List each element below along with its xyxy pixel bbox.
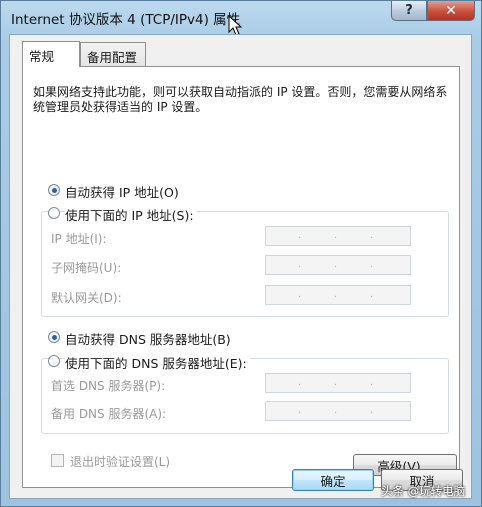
dns-auto-radio[interactable] [48,331,60,343]
alternate-dns-label: 备用 DNS 服务器(A): [51,407,167,421]
dialog-window: Internet 协议版本 4 (TCP/IPv4) 属性 ? ✕ 常规 备用配… [0,0,482,507]
help-icon: ? [405,3,413,18]
default-gateway-label: 默认网关(D): [51,291,122,305]
preferred-dns-field[interactable]: ... [265,373,411,393]
dialog-content: 常规 备用配置 如果网络支持此功能，则可以获取自动指派的 IP 设置。否则，您需… [9,34,472,499]
dns-auto-label[interactable]: 自动获得 DNS 服务器地址(B) [65,329,231,348]
window-title: Internet 协议版本 4 (TCP/IPv4) 属性 [11,12,241,28]
validate-checkbox[interactable] [51,454,64,467]
dns-manual-label[interactable]: 使用下面的 DNS 服务器地址(E): [65,353,250,372]
validate-label[interactable]: 退出时验证设置(L) [70,453,170,470]
close-button[interactable]: ✕ [427,1,475,21]
ip-address-label: IP 地址(I): [51,232,107,246]
ip-auto-label[interactable]: 自动获得 IP 地址(O) [65,182,179,201]
help-button[interactable]: ? [391,1,427,21]
subnet-mask-field[interactable]: ... [265,255,411,275]
preferred-dns-label: 首选 DNS 服务器(P): [51,379,166,393]
ip-manual-radio[interactable] [48,207,60,219]
ip-manual-label[interactable]: 使用下面的 IP 地址(S): [65,205,197,224]
alternate-dns-field[interactable]: ... [265,401,411,421]
default-gateway-field[interactable]: ... [265,285,411,305]
tab-alternate-config[interactable]: 备用配置 [80,42,146,66]
close-icon: ✕ [445,2,457,19]
title-bar[interactable]: Internet 协议版本 4 (TCP/IPv4) 属性 ? ✕ [1,1,481,36]
watermark: 头条 @玩转电脑 [381,484,466,498]
tab-general[interactable]: 常规 [22,41,80,67]
dns-manual-radio[interactable] [48,355,60,367]
description-text: 如果网络支持此功能，则可以获取自动指派的 IP 设置。否则，您需要从网络系统管理… [33,85,448,114]
ok-button[interactable]: 确定 [292,469,374,491]
ip-auto-radio[interactable] [48,184,60,196]
general-panel: 如果网络支持此功能，则可以获取自动指派的 IP 设置。否则，您需要从网络系统管理… [22,66,460,488]
subnet-mask-label: 子网掩码(U): [51,261,122,275]
ip-address-field[interactable]: ... [265,226,411,246]
